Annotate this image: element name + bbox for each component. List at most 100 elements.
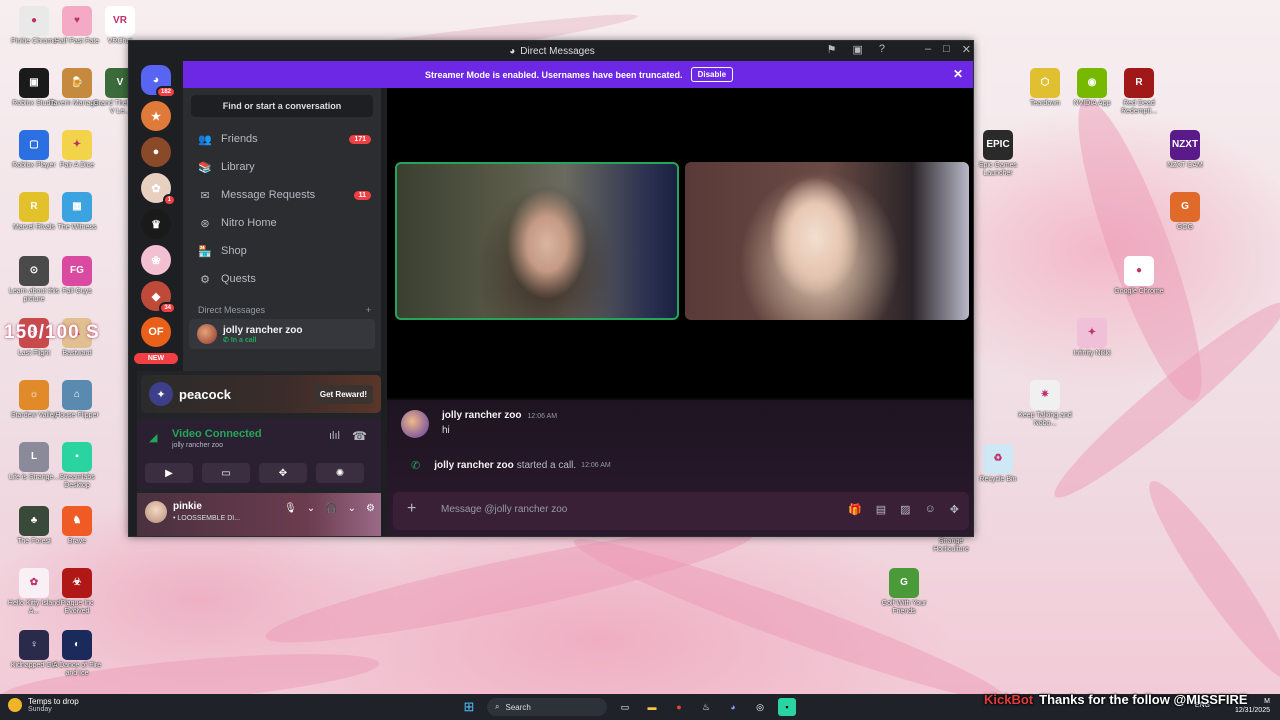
- sidebar-item-shop[interactable]: 🏪 Shop: [183, 237, 381, 265]
- weather-widget[interactable]: Temps to drop Sunday: [8, 697, 79, 713]
- video-tile-participant[interactable]: [395, 162, 679, 320]
- headphones-icon[interactable]: 🎧: [325, 503, 337, 514]
- app-icon: G: [1170, 192, 1200, 222]
- desktop-icon[interactable]: ♻ Recycle Bin: [969, 444, 1027, 484]
- obs-icon[interactable]: ◎: [751, 698, 769, 716]
- message-author[interactable]: jolly rancher zoo: [442, 410, 521, 421]
- app-icon: ✿: [19, 568, 49, 598]
- message-input[interactable]: Message @jolly rancher zoo: [441, 504, 567, 515]
- weather-title: Temps to drop: [28, 697, 79, 706]
- sidebar-item-quests[interactable]: ⚙ Quests: [183, 265, 381, 293]
- settings-gear-icon[interactable]: ⚙: [366, 503, 375, 514]
- camera-button[interactable]: ▶: [145, 463, 193, 483]
- desktop-icon[interactable]: NZXT NZXT CAM: [1156, 130, 1214, 170]
- gift-icon[interactable]: 🎁: [848, 503, 862, 516]
- signal-icon[interactable]: ◢: [149, 431, 157, 444]
- emoji-icon[interactable]: ☺: [925, 503, 936, 516]
- windows-start-icon[interactable]: ⊞: [460, 698, 478, 716]
- chat-area: jolly rancher zoo 12:06 AM hi ✆ jolly ran…: [387, 400, 973, 536]
- desktop-icon[interactable]: EPIC Epic Games Launcher: [969, 130, 1027, 178]
- desktop-icon[interactable]: ✦ Infinity Nikki: [1063, 318, 1121, 358]
- get-reward-button[interactable]: Get Reward!: [313, 385, 373, 404]
- sidebar-item-library[interactable]: 📚 Library: [183, 153, 381, 181]
- server-icon[interactable]: ✿ 1: [141, 173, 176, 206]
- message-composer[interactable]: + Message @jolly rancher zoo 🎁 ▤ ▨ ☺ ✥: [393, 492, 969, 530]
- dm-item[interactable]: jolly rancher zoo ✆ In a call: [189, 319, 375, 349]
- desktop-icon[interactable]: ♞ Brave: [48, 506, 106, 546]
- file-explorer-icon[interactable]: ▬: [643, 698, 661, 716]
- app-icon: ●: [1124, 256, 1154, 286]
- desktop-icon-label: Pair A Dice: [59, 162, 95, 169]
- window-titlebar[interactable]: ◕ Direct Messages ⚑ ▣ ? – □ ✕: [129, 41, 973, 61]
- desktop-icon[interactable]: ▦ The Witness: [48, 192, 106, 232]
- desktop-icon[interactable]: R Red Dead Redempti...: [1110, 68, 1168, 116]
- chevron-down-icon[interactable]: ⌄: [307, 503, 315, 514]
- taskbar-search[interactable]: ⌕ Search: [487, 698, 607, 716]
- help-icon[interactable]: ?: [879, 43, 885, 56]
- sidebar-item-nitro-home[interactable]: ⊛ Nitro Home: [183, 209, 381, 237]
- server-icon[interactable]: ◕ 182: [141, 65, 176, 98]
- flag-icon[interactable]: ⚑: [827, 43, 837, 56]
- desktop-icon[interactable]: ◐ A Dance of Fire and Ice: [48, 630, 106, 678]
- call-author[interactable]: jolly rancher zoo: [434, 460, 513, 471]
- apps-icon[interactable]: ✥: [950, 503, 959, 516]
- streamlabs-icon[interactable]: ▪: [778, 698, 796, 716]
- desktop-icon-label: Plague Inc Evolved: [60, 600, 94, 615]
- task-view-icon[interactable]: ▭: [616, 698, 634, 716]
- avatar[interactable]: [401, 410, 429, 438]
- new-badge[interactable]: NEW: [134, 353, 178, 364]
- desktop-icon[interactable]: ☣ Plague Inc Evolved: [48, 568, 106, 616]
- minimize-button[interactable]: –: [925, 43, 931, 56]
- peacock-promo: ✦ peacock Get Reward!: [141, 375, 381, 413]
- desktop-icon[interactable]: ⌂ House Flipper: [48, 380, 106, 420]
- server-icon[interactable]: ❀: [141, 245, 171, 275]
- sidebar-item-message-requests[interactable]: ✉ Message Requests 11: [183, 181, 381, 209]
- server-icon[interactable]: OF: [141, 317, 171, 347]
- desktop-icon-label: The Witness: [57, 224, 97, 231]
- desktop-icon[interactable]: G GOG: [1156, 192, 1214, 232]
- app-icon: 🍺: [62, 68, 92, 98]
- chrome-icon[interactable]: ●: [670, 698, 688, 716]
- desktop-icon[interactable]: G Golf With Your Friends: [875, 568, 933, 616]
- weather-icon: [8, 698, 22, 712]
- app-icon: ●: [19, 6, 49, 36]
- taskbar-apps: ⊞ ⌕ Search ▭ ▬ ● ♨ ◕ ◎ ▪: [460, 698, 796, 716]
- close-button[interactable]: ✕: [962, 43, 971, 56]
- find-conversation-button[interactable]: Find or start a conversation: [191, 95, 373, 117]
- avatar[interactable]: [145, 501, 167, 523]
- voice-channel[interactable]: jolly rancher zoo: [172, 442, 223, 449]
- chevron-down-icon[interactable]: ⌄: [348, 503, 356, 514]
- server-icon[interactable]: ♛: [141, 209, 171, 239]
- sidebar-item-friends[interactable]: 👥 Friends 171: [183, 125, 381, 153]
- desktop-icon[interactable]: ▪ Streamlabs Desktop: [48, 442, 106, 490]
- desktop-icon[interactable]: ● Google Chrome: [1110, 256, 1168, 296]
- disconnect-icon[interactable]: ☎: [352, 429, 367, 443]
- video-tile-self[interactable]: [685, 162, 969, 320]
- upload-plus-icon[interactable]: +: [407, 500, 416, 518]
- desktop-icon[interactable]: ✦ Pair A Dice: [48, 130, 106, 170]
- microphone-icon[interactable]: 🎙: [284, 503, 297, 514]
- screen-share-button[interactable]: ▭: [202, 463, 250, 483]
- sidebar-item-label: Nitro Home: [221, 217, 277, 229]
- inbox-icon[interactable]: ▣: [852, 43, 862, 56]
- gif-icon[interactable]: ▤: [876, 503, 886, 516]
- discord-icon[interactable]: ◕: [724, 698, 742, 716]
- close-banner-icon[interactable]: ✕: [953, 67, 963, 81]
- steam-icon[interactable]: ♨: [697, 698, 715, 716]
- activities-button[interactable]: ✥: [259, 463, 307, 483]
- create-dm-button[interactable]: +: [366, 305, 371, 315]
- noise-suppression-icon[interactable]: ılıl: [329, 430, 340, 442]
- disable-streamer-button[interactable]: Disable: [690, 67, 734, 82]
- sticker-icon[interactable]: ▨: [900, 503, 910, 516]
- server-glyph: ♛: [151, 218, 161, 231]
- desktop-icon[interactable]: FG Fall Guys: [48, 256, 106, 296]
- sidebar-item-label: Shop: [221, 245, 247, 257]
- desktop-icon-label: Recycle Bin: [979, 476, 1017, 483]
- server-icon[interactable]: ◆ 34: [141, 281, 176, 314]
- desktop-icon[interactable]: ✷ Keep Talking and Nobo...: [1016, 380, 1074, 428]
- app-icon: ▣: [19, 68, 49, 98]
- server-icon[interactable]: ★: [141, 101, 171, 131]
- soundboard-button[interactable]: ✺: [316, 463, 364, 483]
- maximize-button[interactable]: □: [943, 43, 950, 56]
- server-icon[interactable]: ●: [141, 137, 171, 167]
